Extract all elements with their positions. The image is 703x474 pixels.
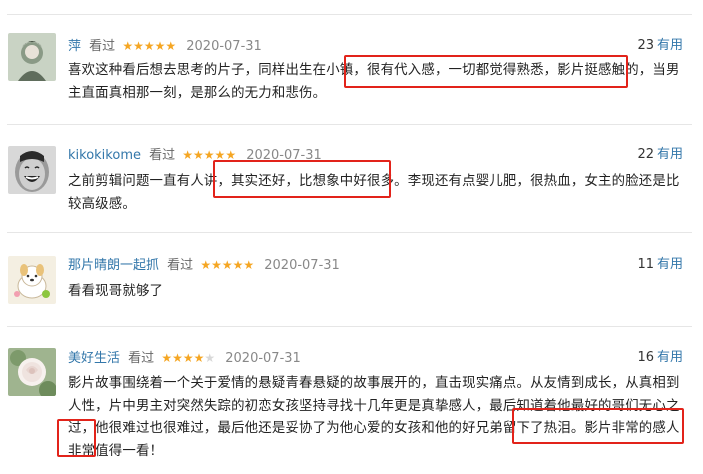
watch-status: 看过 (167, 258, 194, 273)
vote-number: 11 (637, 257, 654, 272)
highlight-box (57, 419, 96, 457)
empty-star: ★ (204, 351, 216, 365)
username-link[interactable]: 美好生活 (68, 351, 120, 366)
vote-number: 23 (637, 38, 654, 53)
watch-status: 看过 (89, 39, 116, 54)
review-text: 看看现哥就够了 (68, 284, 164, 299)
username-link[interactable]: 萍 (68, 39, 81, 54)
filled-stars: ★★★★ (161, 351, 205, 365)
woman-portrait-avatar[interactable] (8, 33, 56, 81)
vote-number: 22 (637, 147, 654, 162)
vote-count: 22 有用 (637, 146, 683, 164)
rating-stars: ★★★★★ (161, 351, 215, 365)
useful-button[interactable]: 有用 (657, 257, 683, 272)
divider (7, 326, 692, 327)
review-date: 2020-07-31 (225, 351, 301, 366)
username-link[interactable]: 那片晴朗一起抓 (68, 258, 159, 273)
useful-button[interactable]: 有用 (657, 147, 683, 162)
review-meta: 那片晴朗一起抓 看过 ★★★★★ 2020-07-31 (68, 256, 340, 275)
vote-count: 16 有用 (637, 349, 683, 367)
highlight-box (213, 160, 391, 198)
review-date: 2020-07-31 (186, 39, 262, 54)
review-date: 2020-07-31 (264, 258, 340, 273)
watch-status: 看过 (128, 351, 155, 366)
useful-button[interactable]: 有用 (657, 38, 683, 53)
highlight-box (512, 408, 684, 444)
rating-stars: ★★★★★ (200, 258, 255, 272)
divider (7, 232, 692, 233)
cartoon-dog-avatar[interactable] (8, 256, 56, 304)
rating-stars: ★★★★★ (122, 39, 177, 53)
vote-count: 11 有用 (637, 256, 683, 274)
laughing-face-avatar[interactable] (8, 146, 56, 194)
username-link[interactable]: kikokikome (68, 148, 141, 163)
useful-button[interactable]: 有用 (657, 350, 683, 365)
divider (7, 124, 692, 125)
highlight-box (344, 55, 628, 88)
watch-status: 看过 (149, 148, 176, 163)
review-meta: 萍 看过 ★★★★★ 2020-07-31 (68, 37, 262, 56)
vote-number: 16 (637, 350, 654, 365)
white-rose-avatar[interactable] (8, 348, 56, 396)
review-meta: 美好生活 看过 ★★★★★ 2020-07-31 (68, 349, 301, 368)
divider (7, 14, 692, 15)
vote-count: 23 有用 (637, 37, 683, 55)
